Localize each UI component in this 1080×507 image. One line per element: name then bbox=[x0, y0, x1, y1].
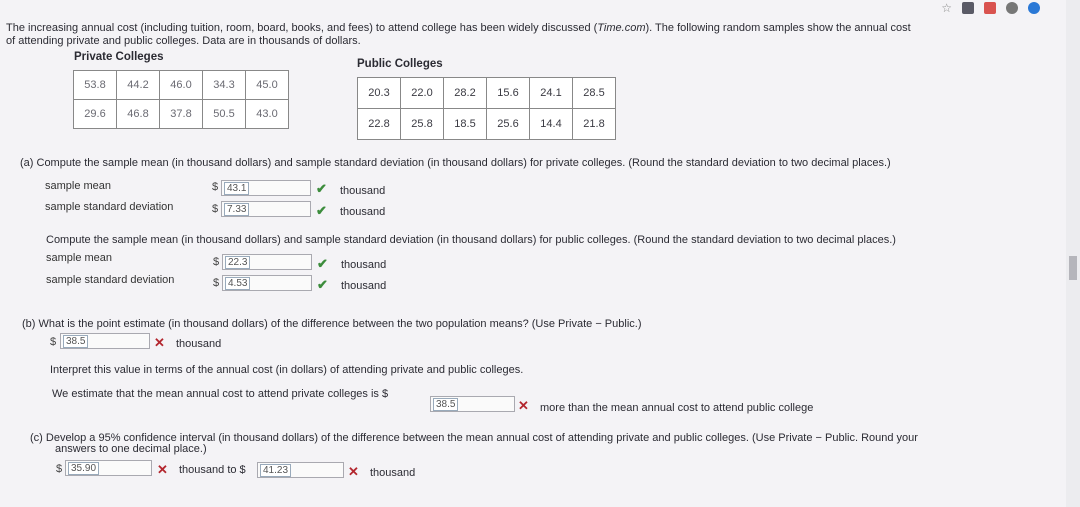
part-a-prompt-private: (a) Compute the sample mean (in thousand… bbox=[20, 157, 891, 169]
part-c-prompt-2: answers to one decimal place.) bbox=[55, 443, 207, 455]
scrollbar[interactable] bbox=[1066, 0, 1080, 507]
correct-check-icon: ✔ bbox=[316, 203, 327, 218]
dollar-sign: $ bbox=[213, 256, 220, 268]
table-cell: 28.2 bbox=[443, 77, 487, 109]
unit-label: thousand bbox=[340, 206, 386, 218]
table-cell: 50.5 bbox=[202, 99, 246, 129]
table-cell: 14.4 bbox=[529, 108, 573, 140]
private-mean-input[interactable]: 43.1 bbox=[221, 180, 311, 196]
dollar-sign: $ bbox=[56, 463, 63, 475]
private-table: 53.8 44.2 46.0 34.3 45.0 29.6 46.8 37.8 … bbox=[73, 70, 289, 129]
to-label: thousand to $ bbox=[179, 464, 246, 476]
interpret-prompt: Interpret this value in terms of the ann… bbox=[50, 364, 524, 376]
incorrect-x-icon: ✕ bbox=[518, 398, 529, 413]
table-cell: 28.5 bbox=[572, 77, 616, 109]
part-a-prompt-public: Compute the sample mean (in thousand dol… bbox=[46, 234, 896, 246]
table-row: 22.8 25.8 18.5 25.6 14.4 21.8 bbox=[357, 108, 616, 140]
source-link: Time.com bbox=[597, 22, 646, 34]
table-cell: 45.0 bbox=[245, 70, 289, 100]
public-sd-input[interactable]: 4.53 bbox=[222, 275, 312, 291]
unit-label: thousand bbox=[340, 185, 386, 197]
part-b-prompt: (b) What is the point estimate (in thous… bbox=[22, 318, 642, 330]
table-cell: 24.1 bbox=[529, 77, 573, 109]
incorrect-x-icon: ✕ bbox=[157, 462, 168, 477]
table-cell: 46.8 bbox=[116, 99, 160, 129]
private-title: Private Colleges bbox=[74, 51, 164, 63]
point-estimate-input[interactable]: 38.5 bbox=[60, 333, 150, 349]
ci-lower-input[interactable]: 35.90 bbox=[65, 460, 152, 476]
table-cell: 15.6 bbox=[486, 77, 530, 109]
correct-check-icon: ✔ bbox=[317, 277, 328, 292]
extension-icon[interactable] bbox=[962, 2, 974, 14]
table-cell: 46.0 bbox=[159, 70, 203, 100]
estimate-sentence-end: more than the mean annual cost to attend… bbox=[540, 402, 814, 414]
table-cell: 29.6 bbox=[73, 99, 117, 129]
correct-check-icon: ✔ bbox=[317, 256, 328, 271]
unit-label: thousand bbox=[176, 338, 222, 350]
public-mean-label: sample mean bbox=[46, 252, 113, 264]
dollar-sign: $ bbox=[213, 277, 220, 289]
profile-icon[interactable] bbox=[1028, 2, 1040, 14]
public-mean-input[interactable]: 22.3 bbox=[222, 254, 312, 270]
dollar-sign: $ bbox=[212, 181, 219, 193]
interpretation-input[interactable]: 38.5 bbox=[430, 396, 515, 412]
estimate-sentence: We estimate that the mean annual cost to… bbox=[52, 388, 389, 400]
private-sd-label: sample standard deviation bbox=[45, 201, 174, 213]
table-row: 29.6 46.8 37.8 50.5 43.0 bbox=[73, 99, 289, 129]
star-icon[interactable]: ☆ bbox=[941, 1, 952, 15]
public-table: 20.3 22.0 28.2 15.6 24.1 28.5 22.8 25.8 … bbox=[357, 77, 616, 140]
incorrect-x-icon: ✕ bbox=[154, 335, 165, 350]
table-cell: 18.5 bbox=[443, 108, 487, 140]
public-title: Public Colleges bbox=[357, 58, 443, 70]
problem-intro: The increasing annual cost (including tu… bbox=[6, 22, 911, 47]
incorrect-x-icon: ✕ bbox=[348, 464, 359, 479]
unit-label: thousand bbox=[341, 259, 387, 271]
table-row: 20.3 22.0 28.2 15.6 24.1 28.5 bbox=[357, 77, 616, 109]
table-cell: 37.8 bbox=[159, 99, 203, 129]
scrollbar-thumb[interactable] bbox=[1069, 256, 1077, 280]
private-mean-label: sample mean bbox=[45, 180, 112, 192]
table-cell: 20.3 bbox=[357, 77, 401, 109]
table-cell: 25.6 bbox=[486, 108, 530, 140]
dollar-sign: $ bbox=[50, 336, 57, 348]
browser-toolbar-icons: ☆ bbox=[941, 1, 1040, 15]
table-cell: 25.8 bbox=[400, 108, 444, 140]
table-cell: 22.8 bbox=[357, 108, 401, 140]
unit-label: thousand bbox=[341, 280, 387, 292]
public-sd-label: sample standard deviation bbox=[46, 274, 175, 286]
unit-label: thousand bbox=[370, 467, 416, 479]
puzzle-icon[interactable] bbox=[1006, 2, 1018, 14]
private-sd-input[interactable]: 7.33 bbox=[221, 201, 311, 217]
dollar-sign: $ bbox=[212, 203, 219, 215]
table-cell: 53.8 bbox=[73, 70, 117, 100]
extension-red-icon[interactable] bbox=[984, 2, 996, 14]
correct-check-icon: ✔ bbox=[316, 181, 327, 196]
table-row: 53.8 44.2 46.0 34.3 45.0 bbox=[73, 70, 289, 100]
table-cell: 21.8 bbox=[572, 108, 616, 140]
ci-upper-input[interactable]: 41.23 bbox=[257, 462, 344, 478]
table-cell: 43.0 bbox=[245, 99, 289, 129]
table-cell: 34.3 bbox=[202, 70, 246, 100]
table-cell: 44.2 bbox=[116, 70, 160, 100]
table-cell: 22.0 bbox=[400, 77, 444, 109]
